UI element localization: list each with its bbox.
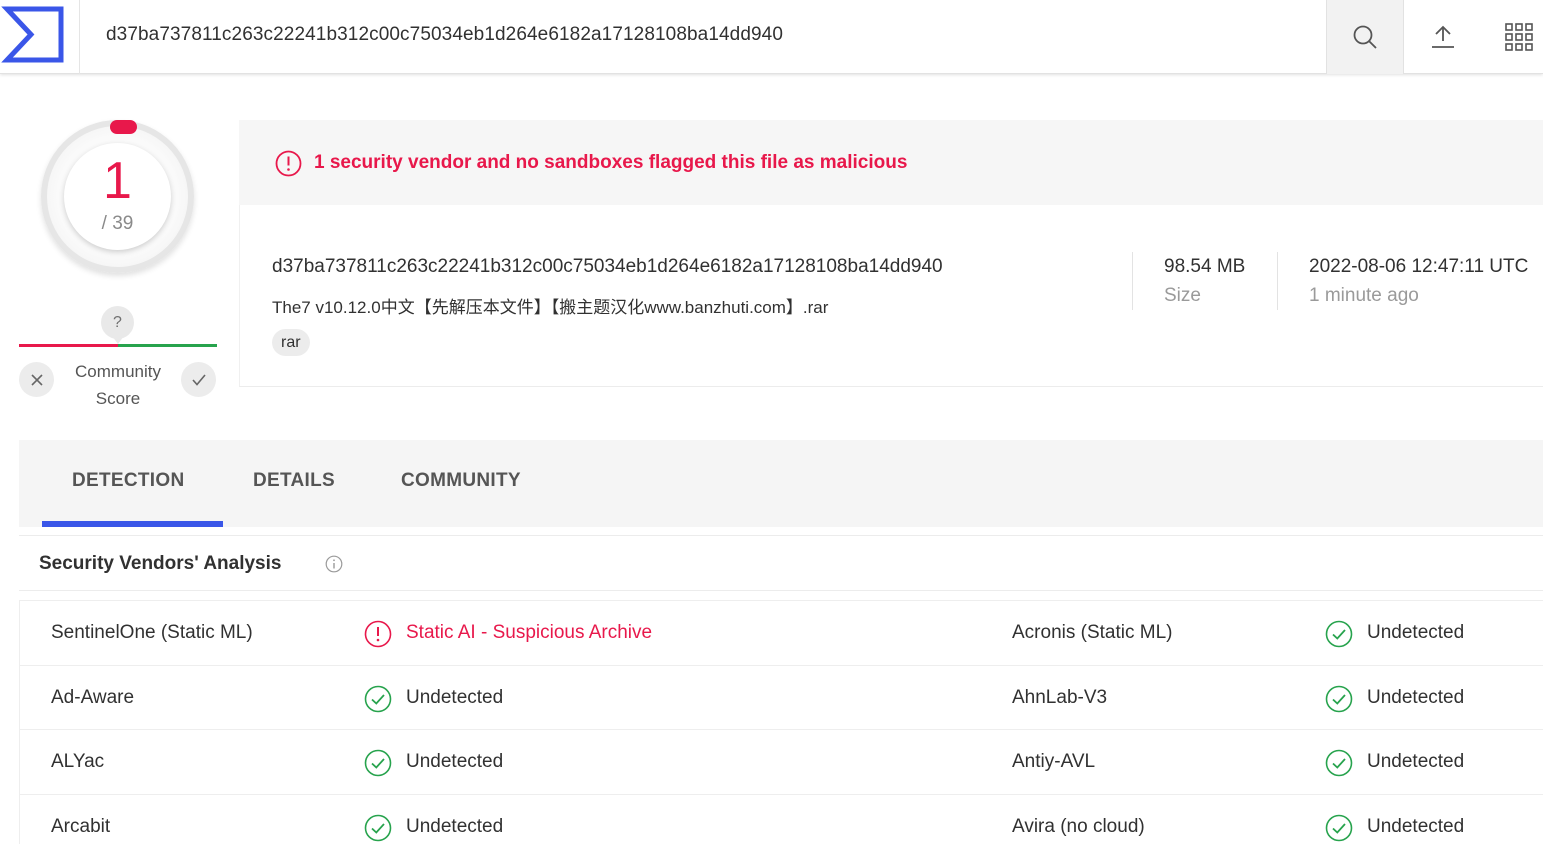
vendor-name: Acronis (Static ML) xyxy=(1012,622,1173,643)
vendor-name: SentinelOne (Static ML) xyxy=(51,622,253,643)
apps-grid-icon xyxy=(1505,23,1533,51)
upload-button[interactable] xyxy=(1404,0,1482,74)
vendor-name: Avira (no cloud) xyxy=(1012,815,1145,837)
file-size-value: 98.54 MB xyxy=(1164,256,1246,277)
vote-malicious-button[interactable] xyxy=(19,362,54,397)
detection-alert: 1 security vendor and no sandboxes flagg… xyxy=(239,120,1543,205)
vendor-result: Undetected xyxy=(1367,622,1465,643)
community-score-label: Community Score xyxy=(75,362,161,408)
detection-score: 1 / 39 xyxy=(64,143,171,250)
check-circle-icon xyxy=(364,749,392,782)
search-icon xyxy=(1353,25,1377,49)
analysis-header: Security Vendors' Analysis xyxy=(19,535,1543,591)
check-circle-icon xyxy=(364,814,392,844)
active-tab-indicator xyxy=(42,521,223,527)
file-type-tag[interactable]: rar xyxy=(272,329,310,356)
close-icon xyxy=(30,373,43,386)
tab-bar: DETECTION DETAILS COMMUNITY xyxy=(19,440,1543,527)
vendor-name: AhnLab-V3 xyxy=(1012,686,1108,708)
alert-text: 1 security vendor and no sandboxes flagg… xyxy=(314,152,908,173)
search-button[interactable] xyxy=(1326,0,1404,74)
tab-community[interactable]: COMMUNITY xyxy=(401,470,521,492)
table-row: SentinelOne (Static ML) Static AI - Susp… xyxy=(20,601,1543,666)
vendor-results-table: SentinelOne (Static ML) Static AI - Susp… xyxy=(19,600,1543,844)
check-circle-icon xyxy=(1325,685,1353,718)
check-circle-icon xyxy=(1325,620,1353,653)
divider xyxy=(1132,252,1133,310)
detection-score-ring: 1 / 39 xyxy=(41,120,194,273)
table-row: Ad-Aware Undetected AhnLab-V3 Undetected xyxy=(20,666,1543,730)
alert-icon xyxy=(364,620,392,653)
divider xyxy=(1277,252,1278,310)
analysis-title: Security Vendors' Analysis xyxy=(39,553,282,574)
vendor-name: ALYac xyxy=(51,751,105,772)
check-circle-icon xyxy=(1325,749,1353,782)
vendor-result: Undetected xyxy=(406,815,504,837)
vendor-result: Undetected xyxy=(406,686,504,708)
apps-button[interactable] xyxy=(1480,0,1543,74)
vendor-result: Undetected xyxy=(406,751,504,772)
vendor-name: Antiy-AVL xyxy=(1012,751,1096,772)
virustotal-logo-icon xyxy=(1,6,64,63)
table-row: ALYac Undetected Antiy-AVL Undetected xyxy=(20,730,1543,795)
check-icon xyxy=(191,373,206,386)
alert-icon xyxy=(275,150,302,182)
vote-harmless-button[interactable] xyxy=(181,362,216,397)
virustotal-logo[interactable] xyxy=(0,0,80,74)
file-size-label: Size xyxy=(1164,285,1201,306)
analysis-date-relative: 1 minute ago xyxy=(1309,285,1419,306)
top-bar: d37ba737811c263c22241b312c00c75034eb1d26… xyxy=(0,0,1543,74)
score-indicator xyxy=(110,120,137,134)
file-info-card: d37ba737811c263c22241b312c00c75034eb1d26… xyxy=(239,205,1543,387)
community-score-badge: ? xyxy=(101,306,134,344)
tab-details[interactable]: DETAILS xyxy=(253,470,335,492)
vendor-result: Undetected xyxy=(1367,815,1465,837)
vendor-name: Ad-Aware xyxy=(51,686,135,708)
tab-detection[interactable]: DETECTION xyxy=(72,470,184,492)
community-bar-positive xyxy=(118,344,217,347)
community-bar-negative xyxy=(19,344,118,347)
file-hash: d37ba737811c263c22241b312c00c75034eb1d26… xyxy=(272,256,943,277)
search-input[interactable]: d37ba737811c263c22241b312c00c75034eb1d26… xyxy=(106,24,783,46)
vendor-result: Static AI - Suspicious Archive xyxy=(406,622,653,643)
upload-icon xyxy=(1432,25,1454,48)
table-row: Arcabit Undetected Avira (no cloud) Unde… xyxy=(20,795,1543,844)
detection-total: / 39 xyxy=(101,213,134,234)
vendor-name: Arcabit xyxy=(51,815,111,837)
check-circle-icon xyxy=(364,685,392,718)
vendor-result: Undetected xyxy=(1367,751,1465,772)
info-icon[interactable] xyxy=(325,555,343,578)
analysis-date-value: 2022-08-06 12:47:11 UTC xyxy=(1309,256,1529,277)
check-circle-icon xyxy=(1325,814,1353,844)
file-name: The7 v10.12.0中文【先解压本文件】【搬主题汉化www.banzhut… xyxy=(272,298,829,317)
vendor-result: Undetected xyxy=(1367,686,1465,708)
detection-count: 1 xyxy=(103,152,132,210)
